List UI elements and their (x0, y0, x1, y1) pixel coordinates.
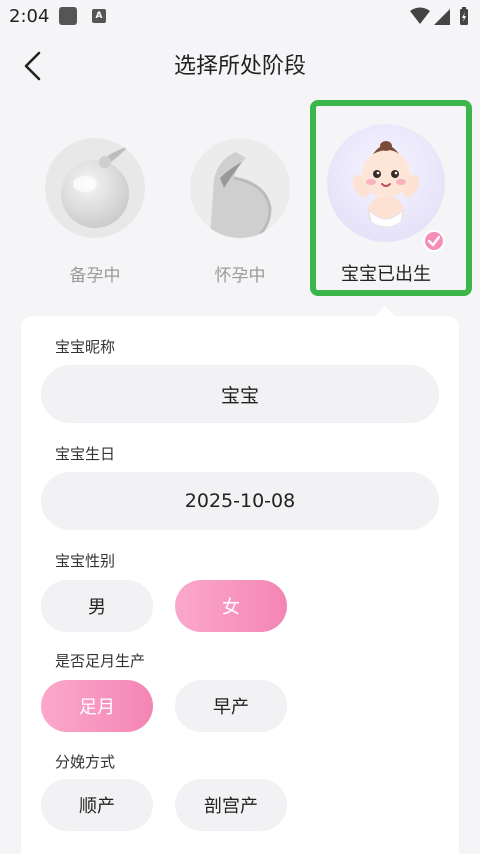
nickname-input[interactable]: 宝宝 (41, 365, 439, 423)
delivery-label: 分娩方式 (55, 753, 116, 771)
term-option-full[interactable]: 足月 (41, 680, 153, 732)
delivery-option-cesarean[interactable]: 剖宫产 (175, 779, 287, 831)
delivery-option-natural[interactable]: 顺产 (41, 779, 153, 831)
gender-label: 宝宝性别 (55, 552, 116, 570)
signal-icon (434, 9, 450, 25)
nickname-label: 宝宝昵称 (55, 338, 116, 356)
page-title: 选择所处阶段 (173, 54, 306, 79)
status-bar: 2:04 A (0, 0, 480, 34)
status-time: 2:04 (9, 6, 50, 27)
status-icons (410, 7, 468, 25)
birthday-label: 宝宝生日 (55, 445, 116, 463)
stage-label: 备孕中 (69, 266, 121, 286)
stage-preparing[interactable]: 备孕中 (45, 138, 145, 286)
stage-pregnant[interactable]: 怀孕中 (190, 138, 290, 286)
gender-option-female[interactable]: 女 (175, 580, 287, 632)
battery-icon (460, 7, 468, 25)
birthday-picker[interactable]: 2025-10-08 (41, 472, 439, 530)
keyboard-a-icon: A (92, 9, 106, 23)
term-label: 是否足月生产 (55, 652, 146, 670)
bubble-icon (45, 138, 145, 238)
wifi-icon (410, 7, 430, 24)
pregnant-belly-icon (190, 138, 290, 238)
notification-icon (59, 7, 77, 25)
stage-label: 怀孕中 (214, 266, 266, 286)
gender-option-male[interactable]: 男 (41, 580, 153, 632)
selection-highlight (310, 100, 472, 296)
term-option-premature[interactable]: 早产 (175, 680, 287, 732)
